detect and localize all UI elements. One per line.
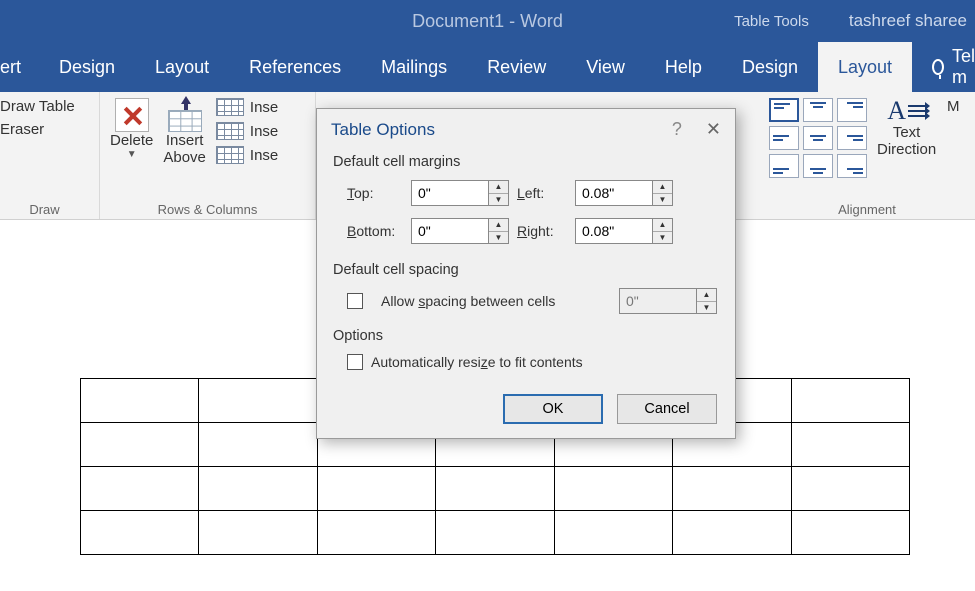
insert-left-label: Inse [250, 123, 278, 140]
spin-up-icon[interactable]: ▲ [653, 181, 672, 194]
tab-view[interactable]: View [566, 42, 645, 92]
insert-above-label-1: Insert [166, 132, 204, 149]
insert-right-button[interactable]: Inse [216, 146, 278, 164]
dialog-close-button[interactable]: ✕ [706, 119, 721, 140]
alignment-grid [769, 98, 867, 178]
text-direction-icon: A [887, 98, 926, 124]
section-label-options: Options [333, 328, 721, 344]
label-right: Right: [517, 223, 575, 239]
allow-spacing-checkbox[interactable] [347, 293, 363, 309]
label-bottom: Bottom: [347, 223, 411, 239]
eraser-button[interactable]: Eraser [0, 121, 75, 138]
tab-table-layout[interactable]: Layout [818, 42, 912, 92]
spin-down-icon: ▼ [697, 302, 716, 314]
dialog-title: Table Options [331, 120, 435, 140]
label-top: Top: [347, 185, 411, 201]
insert-below-label: Inse [250, 99, 278, 116]
align-bottom-right-button[interactable] [837, 154, 867, 178]
tab-table-design[interactable]: Design [722, 42, 818, 92]
draw-table-button[interactable]: Draw Table [0, 98, 75, 115]
chevron-down-icon: ▼ [127, 149, 137, 160]
spin-up-icon[interactable]: ▲ [489, 219, 508, 232]
auto-resize-checkbox[interactable] [347, 354, 363, 370]
tab-layout[interactable]: Layout [135, 42, 229, 92]
margin-left-spinner[interactable]: ▲▼ [575, 180, 681, 206]
tab-mailings[interactable]: Mailings [361, 42, 467, 92]
lightbulb-icon [932, 59, 944, 75]
tab-design[interactable]: Design [39, 42, 135, 92]
grid-icon [216, 98, 244, 116]
tab-bar: ert Design Layout References Mailings Re… [0, 42, 975, 92]
cell-spacing-input [619, 288, 697, 314]
margin-right-input[interactable] [575, 218, 653, 244]
margin-bottom-spinner[interactable]: ▲▼ [411, 218, 517, 244]
insert-left-button[interactable]: Inse [216, 122, 278, 140]
dialog-help-button[interactable]: ? [672, 119, 682, 140]
tab-review[interactable]: Review [467, 42, 566, 92]
margin-bottom-input[interactable] [411, 218, 489, 244]
section-label-spacing: Default cell spacing [333, 262, 721, 278]
title-bar: Document1 - Word Table Tools tashreef sh… [0, 0, 975, 42]
align-middle-center-button[interactable] [803, 126, 833, 150]
tab-help[interactable]: Help [645, 42, 722, 92]
insert-right-label: Inse [250, 147, 278, 164]
section-label-margins: Default cell margins [333, 154, 721, 170]
spin-down-icon[interactable]: ▼ [489, 194, 508, 206]
align-top-right-button[interactable] [837, 98, 867, 122]
tab-references[interactable]: References [229, 42, 361, 92]
tab-insert-partial[interactable]: ert [0, 42, 39, 92]
text-direction-label-2: Direction [877, 141, 936, 158]
delete-button[interactable]: Delete ▼ [110, 98, 153, 160]
allow-spacing-label: Allow spacing between cells [381, 293, 555, 309]
cell-spacing-spinner: ▲▼ [619, 288, 717, 314]
text-direction-label-1: Text [893, 124, 921, 141]
auto-resize-label: Automatically resize to fit contents [371, 354, 583, 370]
ok-button[interactable]: OK [503, 394, 603, 424]
tell-me-label: Tell m [952, 46, 975, 88]
label-left: Left: [517, 185, 575, 201]
cancel-button[interactable]: Cancel [617, 394, 717, 424]
group-label-draw: Draw [0, 200, 89, 217]
spin-up-icon[interactable]: ▲ [489, 181, 508, 194]
cell-margins-button[interactable]: M [946, 98, 960, 115]
margin-left-input[interactable] [575, 180, 653, 206]
cell-margins-label: M [947, 98, 960, 115]
insert-above-button[interactable]: Insert Above [163, 98, 206, 166]
username-label: tashreef sharee [849, 11, 967, 31]
align-top-center-button[interactable] [803, 98, 833, 122]
spin-up-icon[interactable]: ▲ [653, 219, 672, 232]
spin-up-icon: ▲ [697, 289, 716, 302]
spin-down-icon[interactable]: ▼ [489, 232, 508, 244]
context-tab-label: Table Tools [734, 13, 809, 30]
align-middle-right-button[interactable] [837, 126, 867, 150]
grid-icon [216, 122, 244, 140]
group-label-rows-columns: Rows & Columns [110, 200, 305, 217]
spin-down-icon[interactable]: ▼ [653, 232, 672, 244]
text-direction-button[interactable]: A Text Direction [877, 98, 936, 158]
grid-icon [216, 146, 244, 164]
tell-me-search[interactable]: Tell m [912, 42, 975, 92]
align-bottom-left-button[interactable] [769, 154, 799, 178]
insert-above-label-2: Above [163, 149, 206, 166]
insert-above-icon [168, 98, 202, 132]
margin-top-input[interactable] [411, 180, 489, 206]
margin-top-spinner[interactable]: ▲▼ [411, 180, 517, 206]
align-middle-left-button[interactable] [769, 126, 799, 150]
insert-below-button[interactable]: Inse [216, 98, 278, 116]
align-top-left-button[interactable] [769, 98, 799, 122]
spin-down-icon[interactable]: ▼ [653, 194, 672, 206]
delete-label: Delete [110, 132, 153, 149]
table-options-dialog: Table Options ? ✕ Default cell margins T… [316, 108, 736, 439]
align-bottom-center-button[interactable] [803, 154, 833, 178]
group-label-alignment: Alignment [769, 200, 965, 217]
delete-icon [115, 98, 149, 132]
margin-right-spinner[interactable]: ▲▼ [575, 218, 681, 244]
